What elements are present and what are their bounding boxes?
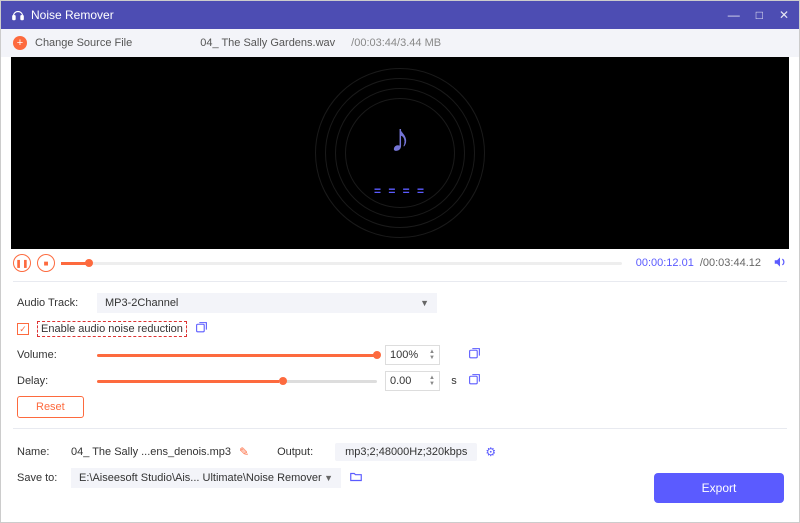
output-format-value: mp3;2;48000Hz;320kbps bbox=[335, 443, 477, 461]
delay-link-icon[interactable] bbox=[468, 373, 481, 389]
change-source-icon[interactable]: + bbox=[13, 36, 27, 50]
output-settings-icon[interactable]: ⚙ bbox=[485, 445, 496, 459]
pause-button[interactable]: ❚❚ bbox=[13, 254, 31, 272]
stop-button[interactable]: ■ bbox=[37, 254, 55, 272]
window-titlebar: Noise Remover — □ ✕ bbox=[1, 1, 799, 29]
edit-name-icon[interactable]: ✎ bbox=[239, 445, 249, 459]
player-controls: ❚❚ ■ 00:00:12.01 /00:03:44.12 bbox=[1, 249, 799, 277]
app-title: Noise Remover bbox=[31, 8, 114, 22]
volume-icon[interactable] bbox=[773, 255, 787, 272]
volume-value[interactable]: 100% ▲▼ bbox=[385, 345, 440, 365]
noise-reduction-label: Enable audio noise reduction bbox=[37, 321, 187, 337]
total-time: /00:03:44.12 bbox=[700, 257, 761, 269]
music-note-icon: ♪ bbox=[390, 117, 410, 162]
maximize-button[interactable]: □ bbox=[756, 8, 763, 22]
volume-label: Volume: bbox=[17, 349, 89, 361]
source-file-bar: + Change Source File 04_ The Sally Garde… bbox=[1, 29, 799, 57]
current-time: 00:00:12.01 bbox=[636, 257, 694, 269]
output-name-value: 04_ The Sally ...ens_denois.mp3 bbox=[71, 446, 231, 458]
close-button[interactable]: ✕ bbox=[779, 8, 789, 22]
preview-panel: ♪ = = = = bbox=[11, 57, 789, 249]
source-file-name: 04_ The Sally Gardens.wav bbox=[200, 37, 335, 49]
open-folder-icon[interactable] bbox=[349, 470, 363, 487]
volume-stepper[interactable]: ▲▼ bbox=[429, 349, 435, 361]
delay-stepper[interactable]: ▲▼ bbox=[429, 375, 435, 387]
equalizer-icon: = = = = bbox=[374, 184, 426, 198]
minimize-button[interactable]: — bbox=[728, 8, 740, 22]
delay-label: Delay: bbox=[17, 375, 89, 387]
delay-unit: s bbox=[448, 375, 460, 387]
chevron-down-icon: ▼ bbox=[324, 473, 333, 483]
source-file-meta: /00:03:44/3.44 MB bbox=[351, 37, 441, 49]
reset-button[interactable]: Reset bbox=[17, 396, 84, 418]
name-label: Name: bbox=[17, 446, 63, 458]
audio-visualizer: ♪ = = = = bbox=[315, 68, 485, 238]
app-logo-icon bbox=[11, 8, 25, 22]
noise-link-icon[interactable] bbox=[195, 321, 208, 337]
delay-slider[interactable] bbox=[97, 380, 377, 383]
audio-track-select[interactable]: MP3-2Channel ▼ bbox=[97, 293, 437, 313]
output-label: Output: bbox=[277, 446, 327, 458]
export-button[interactable]: Export bbox=[654, 473, 784, 503]
volume-link-icon[interactable] bbox=[468, 347, 481, 363]
settings-panel: Audio Track: MP3-2Channel ▼ ✓ Enable aud… bbox=[1, 286, 799, 424]
saveto-label: Save to: bbox=[17, 472, 63, 484]
chevron-down-icon: ▼ bbox=[420, 298, 429, 308]
audio-track-label: Audio Track: bbox=[17, 297, 89, 309]
volume-slider[interactable] bbox=[97, 354, 377, 357]
saveto-select[interactable]: E:\Aiseesoft Studio\Ais... Ultimate\Nois… bbox=[71, 468, 341, 488]
seek-slider[interactable] bbox=[61, 262, 622, 265]
noise-reduction-checkbox[interactable]: ✓ bbox=[17, 323, 29, 335]
change-source-label[interactable]: Change Source File bbox=[35, 37, 132, 49]
delay-value[interactable]: 0.00 ▲▼ bbox=[385, 371, 440, 391]
